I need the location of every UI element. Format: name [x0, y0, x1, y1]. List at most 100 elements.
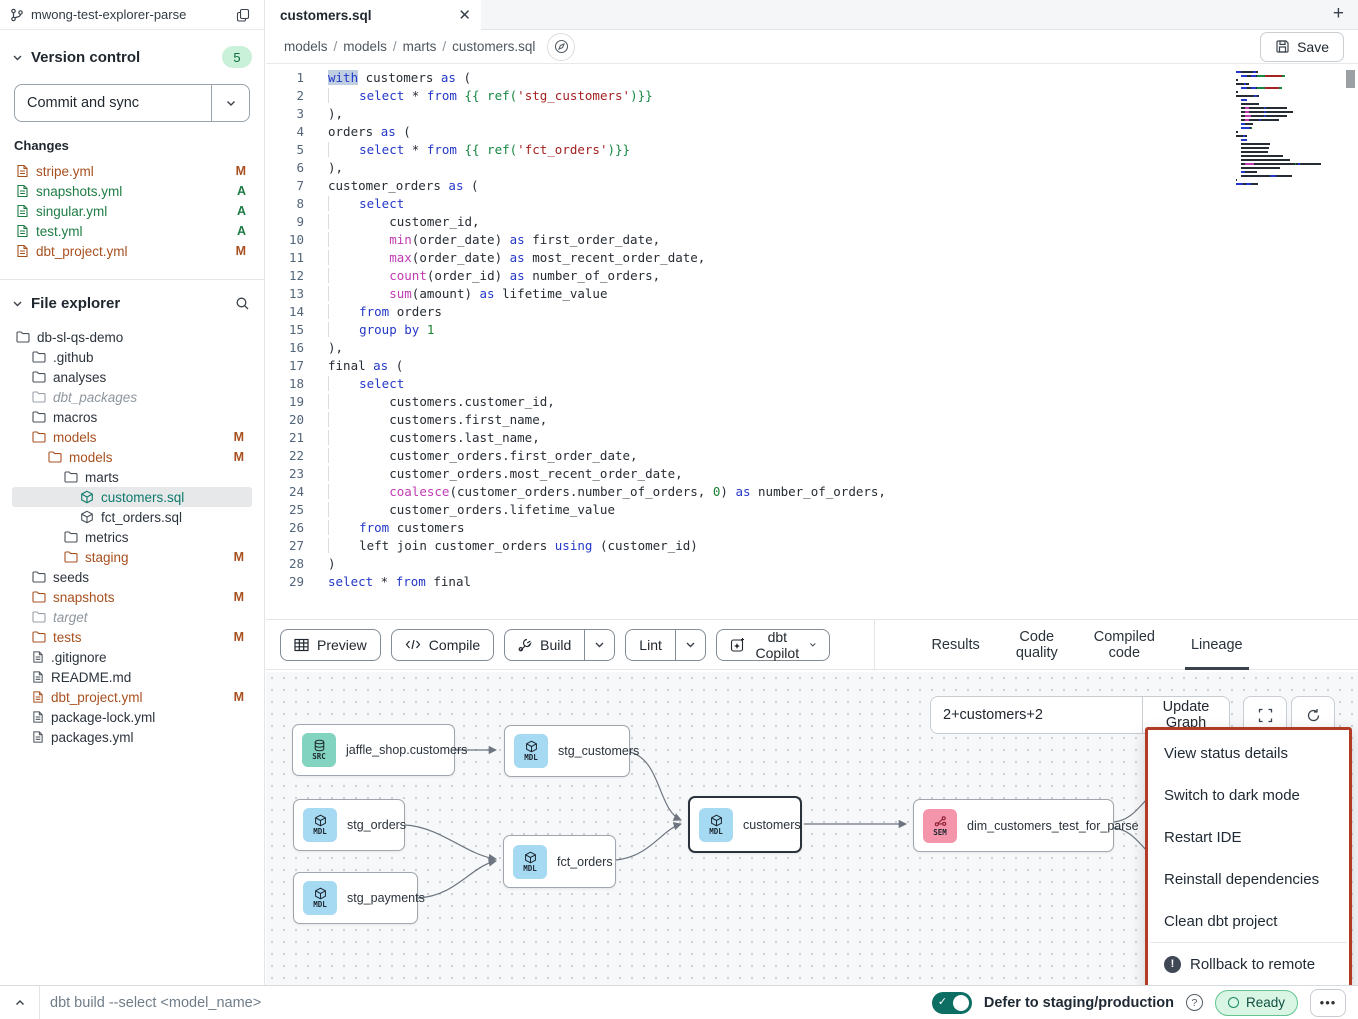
editor-scrollbar[interactable] [1346, 70, 1355, 613]
chevron-down-icon[interactable] [12, 52, 23, 63]
tree-folder-metrics[interactable]: metrics [12, 527, 252, 547]
action-toolbar: Preview Compile Build [266, 620, 1358, 670]
lineage-panel[interactable]: SRCjaffle_shop.customers MDLstg_customers… [266, 672, 1358, 985]
help-icon[interactable]: ? [1186, 994, 1203, 1011]
tree-folder--github[interactable]: .github [12, 347, 252, 367]
breadcrumb-item[interactable]: models [343, 39, 387, 54]
change-status-letter: M [234, 550, 244, 564]
tab-code-quality[interactable]: Code quality [1016, 620, 1058, 670]
lineage-node-stg_orders[interactable]: MDLstg_orders [293, 799, 405, 851]
changed-file-row[interactable]: dbt_project.ymlM [12, 241, 252, 261]
lineage-edge [405, 825, 496, 859]
ready-status-badge[interactable]: Ready [1215, 990, 1298, 1016]
tree-file-fct-orders-sql[interactable]: fct_orders.sql [12, 507, 252, 527]
menu-item-reinstall-dependencies[interactable]: Reinstall dependencies [1148, 858, 1349, 900]
tree-folder-seeds[interactable]: seeds [12, 567, 252, 587]
file-search-button[interactable] [233, 294, 252, 313]
lineage-node-dim_customers_test_for_parse[interactable]: SEMdim_customers_test_for_parse [913, 799, 1114, 852]
menu-item-view-status-details[interactable]: View status details [1148, 732, 1349, 774]
tree-folder-models[interactable]: modelsM [12, 447, 252, 467]
copy-branch-button[interactable] [234, 6, 252, 24]
lineage-node-jaffle_shop_customers[interactable]: SRCjaffle_shop.customers [292, 724, 455, 776]
lint-button-group: Lint [625, 629, 706, 661]
changed-file-name: singular.yml [36, 204, 230, 219]
tree-item-label: analyses [53, 370, 244, 385]
changed-file-row[interactable]: test.ymlA [12, 221, 252, 241]
code-line: select * from {{ ref('fct_orders')}} [328, 141, 886, 159]
code-line: group by 1 [328, 321, 886, 339]
code-line: customer_orders.lifetime_value [328, 501, 886, 519]
editor-minimap[interactable] [1236, 70, 1342, 186]
tree-item-label: packages.yml [51, 730, 244, 745]
tree-folder-staging[interactable]: stagingM [12, 547, 252, 567]
preview-button[interactable]: Preview [280, 629, 381, 661]
lint-button[interactable]: Lint [626, 630, 675, 660]
tree-folder-analyses[interactable]: analyses [12, 367, 252, 387]
breadcrumb-item[interactable]: models [284, 39, 328, 54]
menu-item-restart-ide[interactable]: Restart IDE [1148, 816, 1349, 858]
compile-button[interactable]: Compile [391, 629, 494, 661]
code-line: customer_orders as ( [328, 177, 886, 195]
scrollbar-thumb[interactable] [1346, 70, 1355, 88]
chevron-down-icon[interactable] [12, 298, 23, 309]
alert-icon: ! [1164, 956, 1181, 973]
file-icon [32, 710, 44, 724]
folder-icon [64, 471, 78, 483]
build-button[interactable]: Build [505, 630, 584, 660]
tree-file-package-lock-yml[interactable]: package-lock.yml [12, 707, 252, 727]
expand-console-button[interactable] [0, 986, 40, 1019]
save-button[interactable]: Save [1260, 32, 1344, 62]
changed-file-row[interactable]: singular.ymlA [12, 201, 252, 221]
tree-file-packages-yml[interactable]: packages.yml [12, 727, 252, 747]
lineage-selector-input[interactable] [931, 697, 1142, 733]
branch-name: mwong-test-explorer-parse [31, 7, 227, 22]
tree-file-dbt-project-yml[interactable]: dbt_project.ymlM [12, 687, 252, 707]
breadcrumb-item[interactable]: marts [403, 39, 437, 54]
defer-label: Defer to staging/production [984, 995, 1174, 1011]
command-prompt-text[interactable]: dbt build --select <model_name> [50, 995, 261, 1011]
changed-file-row[interactable]: stripe.ymlM [12, 161, 252, 181]
tab-lineage[interactable]: Lineage [1191, 620, 1243, 670]
dbt-copilot-button[interactable]: dbt Copilot [716, 629, 831, 661]
tree-folder-tests[interactable]: testsM [12, 627, 252, 647]
build-button-group: Build [504, 629, 615, 661]
defer-toggle[interactable]: ✓ [932, 992, 972, 1014]
code-line: ), [328, 105, 886, 123]
commit-and-sync-button[interactable]: Commit and sync [15, 85, 211, 121]
build-options-caret[interactable] [584, 630, 614, 660]
tab-results[interactable]: Results [931, 620, 979, 670]
tab-customers-sql[interactable]: customers.sql ✕ [266, 0, 481, 30]
file-icon [32, 730, 44, 744]
commit-options-caret-button[interactable] [211, 85, 249, 121]
more-options-button[interactable]: ••• [1310, 989, 1346, 1017]
tree-folder-models[interactable]: modelsM [12, 427, 252, 447]
close-tab-icon[interactable]: ✕ [458, 8, 471, 23]
new-tab-button[interactable]: + [1333, 3, 1344, 25]
breadcrumb-separator: / [442, 39, 446, 54]
lint-options-caret[interactable] [675, 630, 705, 660]
file-info-button[interactable] [547, 33, 575, 61]
code-content[interactable]: with customers as ( select * from {{ ref… [316, 69, 886, 591]
tree-file--gitignore[interactable]: .gitignore [12, 647, 252, 667]
menu-item-switch-to-dark-mode[interactable]: Switch to dark mode [1148, 774, 1349, 816]
menu-item-clean-dbt-project[interactable]: Clean dbt project [1148, 900, 1349, 942]
lineage-node-stg_payments[interactable]: MDLstg_payments [293, 872, 418, 924]
tree-file-readme-md[interactable]: README.md [12, 667, 252, 687]
lineage-node-fct_orders[interactable]: MDLfct_orders [503, 835, 616, 888]
menu-item-rollback-to-remote[interactable]: !Rollback to remote [1148, 943, 1349, 985]
tree-item-label: dbt_packages [53, 390, 244, 405]
tree-folder-db-sl-qs-demo[interactable]: db-sl-qs-demo [12, 327, 252, 347]
breadcrumb-item[interactable]: customers.sql [452, 39, 535, 54]
tree-file-customers-sql[interactable]: customers.sql [12, 487, 252, 507]
lineage-node-stg_customers[interactable]: MDLstg_customers [504, 725, 630, 777]
tree-folder-target[interactable]: target [12, 607, 252, 627]
tree-folder-snapshots[interactable]: snapshotsM [12, 587, 252, 607]
changed-file-row[interactable]: snapshots.ymlA [12, 181, 252, 201]
lineage-node-customers[interactable]: MDLcustomers [688, 796, 802, 853]
tree-folder-dbt-packages[interactable]: dbt_packages [12, 387, 252, 407]
copilot-label: dbt Copilot [754, 629, 801, 661]
tree-folder-marts[interactable]: marts [12, 467, 252, 487]
tree-folder-macros[interactable]: macros [12, 407, 252, 427]
code-editor[interactable]: 1234567891011121314151617181920212223242… [266, 64, 1358, 620]
tab-compiled-code[interactable]: Compiled code [1094, 620, 1155, 670]
